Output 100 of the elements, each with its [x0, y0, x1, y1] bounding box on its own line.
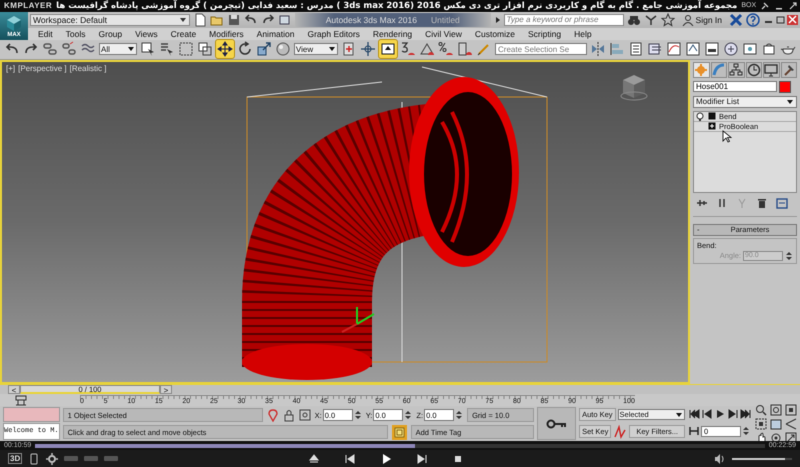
next-frame-button[interactable]: >	[160, 385, 172, 394]
next-icon[interactable]	[416, 452, 428, 465]
render-frame-icon[interactable]	[742, 41, 758, 58]
light-bulb-icon[interactable]	[696, 112, 704, 121]
script-input-field[interactable]	[3, 407, 60, 422]
schematic-view-icon[interactable]	[685, 41, 701, 58]
menu-item[interactable]: Views	[135, 28, 158, 39]
3d-mode-button[interactable]: 3D	[8, 453, 22, 464]
previous-frame-icon[interactable]	[701, 408, 713, 420]
scene-explorer-icon[interactable]	[647, 41, 663, 58]
play-icon[interactable]	[714, 408, 726, 420]
speaker-icon[interactable]	[714, 452, 726, 465]
menu-item[interactable]: Scripting	[528, 28, 562, 39]
close-icon[interactable]	[787, 14, 798, 25]
select-object-icon[interactable]	[140, 41, 156, 58]
viewport[interactable]: [+] [Perspective ] [Realistic ]	[0, 60, 690, 384]
x-logo-icon[interactable]	[729, 12, 743, 27]
seek-bar[interactable]	[35, 444, 765, 448]
panel-tab[interactable]	[728, 62, 744, 78]
menu-item[interactable]: Help	[574, 28, 592, 39]
eject-icon[interactable]	[308, 452, 320, 465]
panel-tab[interactable]	[746, 62, 762, 78]
key-tangent-icon[interactable]	[613, 424, 628, 439]
menu-item[interactable]: Tools	[66, 28, 86, 39]
reference-coordinate-dropdown[interactable]: View	[294, 43, 338, 56]
material-editor-icon[interactable]	[704, 41, 720, 58]
chain-link-icon[interactable]	[42, 41, 58, 58]
menu-item[interactable]: Modifiers	[209, 28, 244, 39]
menu-item[interactable]: Rendering	[372, 28, 412, 39]
viewport-label[interactable]: [Perspective ]	[18, 64, 67, 73]
workspace-dropdown[interactable]: Workspace: Default	[30, 14, 190, 26]
time-tag-icon[interactable]	[392, 424, 407, 440]
menu-item[interactable]: Create	[170, 28, 196, 39]
mirror-icon[interactable]	[590, 41, 606, 58]
zoom-all-icon[interactable]	[770, 404, 782, 416]
render-setup-icon[interactable]	[723, 41, 739, 58]
lock-icon[interactable]	[282, 408, 295, 422]
previous-frame-button[interactable]: <	[8, 385, 20, 394]
object-name-field[interactable]: Hose001	[693, 81, 777, 92]
sign-in-button[interactable]: Sign In	[678, 14, 726, 26]
go-to-end-icon[interactable]	[740, 408, 752, 420]
snap-toggle-icon[interactable]	[400, 41, 416, 58]
isolate-icon[interactable]	[266, 408, 279, 422]
zoom-extents-all-icon[interactable]	[755, 418, 767, 430]
project-folder-icon[interactable]	[278, 12, 292, 27]
percent-snap-icon[interactable]	[438, 41, 454, 58]
search-field[interactable]: Type a keyword or phrase	[504, 14, 624, 26]
time-config-icon[interactable]	[770, 418, 782, 430]
menu-item[interactable]: Animation	[256, 28, 294, 39]
keyboard-override-icon[interactable]	[379, 40, 397, 58]
menu-item[interactable]: Group	[98, 28, 122, 39]
panel-tab[interactable]	[780, 62, 797, 78]
pin-icon[interactable]	[760, 0, 770, 11]
spinner-icon[interactable]	[785, 250, 793, 261]
star-icon[interactable]	[660, 12, 675, 27]
field-of-view-icon[interactable]	[785, 418, 797, 430]
broken-chain-icon[interactable]	[61, 41, 77, 58]
spinner-snap-icon[interactable]	[457, 41, 473, 58]
panel-tab[interactable]	[763, 62, 780, 78]
save-icon[interactable]	[227, 12, 241, 27]
viewport-label[interactable]: [+]	[6, 64, 16, 73]
zoom-icon[interactable]	[755, 404, 767, 416]
key-mode-button[interactable]	[537, 407, 576, 440]
expand-arrow-icon[interactable]	[494, 16, 502, 24]
phone-icon[interactable]	[28, 452, 40, 465]
scale-icon[interactable]	[256, 41, 272, 58]
menu-item[interactable]: Civil View	[425, 28, 462, 39]
menu-item[interactable]: Graph Editors	[307, 28, 360, 39]
menu-item[interactable]: Edit	[38, 28, 53, 39]
color-swatch[interactable]	[779, 80, 791, 93]
manipulate-icon[interactable]	[360, 41, 376, 58]
settings-icon[interactable]	[46, 452, 58, 465]
help-icon[interactable]	[746, 12, 760, 27]
layers-icon[interactable]	[628, 41, 644, 58]
modifier-list-dropdown[interactable]: Modifier List	[693, 96, 797, 108]
rotate-icon[interactable]	[236, 41, 253, 58]
viewport-label[interactable]: [Realistic ]	[70, 64, 106, 73]
menu-item[interactable]: Customize	[474, 28, 515, 39]
go-to-start-icon[interactable]	[688, 408, 700, 420]
restore-icon[interactable]	[775, 14, 786, 25]
named-selection-field[interactable]: Create Selection Se	[495, 43, 587, 56]
maximize-icon[interactable]	[788, 0, 798, 11]
play-icon[interactable]	[380, 452, 392, 465]
move-icon[interactable]	[216, 40, 234, 58]
window-crossing-icon[interactable]	[196, 41, 213, 58]
curve-editor-icon[interactable]	[666, 41, 682, 58]
zoom-extents-icon[interactable]	[785, 404, 797, 416]
new-file-icon[interactable]	[193, 12, 207, 27]
select-by-name-icon[interactable]	[158, 41, 175, 58]
absolute-mode-icon[interactable]	[298, 408, 311, 422]
render-icon[interactable]	[761, 41, 777, 58]
square-icon[interactable]	[708, 112, 716, 120]
configure-icon[interactable]	[775, 196, 789, 210]
orbit-icon[interactable]	[770, 432, 782, 444]
angle-snap-icon[interactable]	[419, 41, 435, 58]
expand-icon[interactable]	[708, 122, 716, 130]
previous-icon[interactable]	[344, 452, 356, 465]
selection-filter-dropdown[interactable]: All	[99, 43, 137, 56]
align-icon[interactable]	[609, 41, 625, 58]
rectangle-selection-icon[interactable]	[178, 41, 194, 58]
